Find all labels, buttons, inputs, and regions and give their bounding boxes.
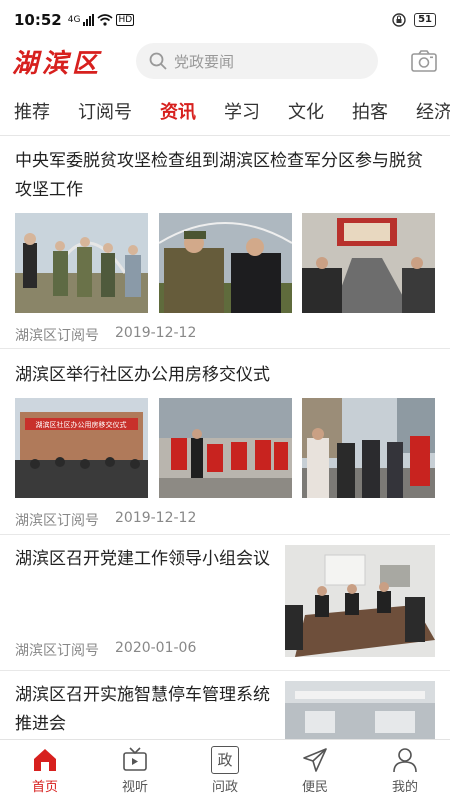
news-photo [285, 681, 435, 739]
nav-politics[interactable]: 政 问政 [180, 740, 270, 800]
tab-recommend[interactable]: 推荐 [0, 90, 64, 135]
search-placeholder: 党政要闻 [174, 52, 235, 71]
tab-culture[interactable]: 文化 [274, 90, 338, 135]
app-logo: 湖滨区 [12, 48, 103, 79]
news-meta: 湖滨区订阅号 2019-12-12 [15, 325, 435, 345]
nav-label: 问政 [211, 779, 238, 795]
news-title: 湖滨区召开实施智慧停车管理系统推进会 [15, 685, 270, 734]
news-meta: 湖滨区订阅号 2019-12-12 [15, 510, 435, 530]
tv-icon [123, 746, 147, 771]
nav-label: 视听 [121, 779, 148, 795]
news-photo [15, 213, 148, 313]
tab-study[interactable]: 学习 [210, 90, 274, 135]
news-title: 湖滨区举行社区办公用房移交仪式 [15, 365, 270, 385]
status-bar: 10:52 4G HD 51 [0, 0, 450, 40]
network-type: 4G [67, 15, 81, 25]
signal-icon [83, 14, 95, 26]
home-icon [34, 748, 56, 771]
tab-economy[interactable]: 经济 [402, 90, 450, 135]
app-header: 湖滨区 党政要闻 [0, 40, 450, 82]
wifi-icon [97, 14, 113, 26]
news-photo [302, 398, 435, 498]
news-date: 2019-12-12 [115, 325, 197, 341]
network-icons: 4G HD [67, 14, 135, 26]
nav-label: 首页 [31, 779, 58, 795]
politics-icon-glyph: 政 [217, 751, 233, 769]
politics-icon: 政 [211, 745, 239, 774]
tab-news[interactable]: 资讯 [146, 90, 210, 135]
news-item[interactable]: 湖滨区召开党建工作领导小组会议 湖滨区订阅号 2020-01-06 [0, 535, 450, 671]
news-source: 湖滨区订阅号 [15, 643, 99, 659]
bottom-navigation: 首页 视听 政 问政 便民 我的 [0, 739, 450, 800]
nav-profile[interactable]: 我的 [360, 740, 450, 800]
news-meta: 湖滨区订阅号 2020-01-06 [15, 640, 273, 660]
search-input[interactable]: 党政要闻 [136, 43, 378, 79]
tab-snapshot[interactable]: 拍客 [338, 90, 402, 135]
lock-rotation-icon [392, 13, 406, 27]
news-photo [158, 398, 292, 498]
news-photo [285, 545, 435, 657]
news-photo [158, 213, 292, 313]
category-tabs: 推荐 订阅号 资讯 学习 文化 拍客 经济 [0, 90, 450, 136]
user-icon [393, 747, 417, 772]
news-date: 2019-12-12 [115, 510, 197, 526]
nav-label: 我的 [391, 779, 418, 795]
tab-subscriptions[interactable]: 订阅号 [64, 90, 146, 135]
news-photo [302, 213, 435, 313]
hd-badge: HD [116, 14, 135, 26]
news-title: 湖滨区召开党建工作领导小组会议 [15, 549, 270, 569]
send-icon [303, 747, 327, 772]
news-item[interactable]: 湖滨区召开实施智慧停车管理系统推进会 [0, 671, 450, 739]
search-icon [149, 52, 167, 70]
nav-video[interactable]: 视听 [90, 740, 180, 800]
camera-icon[interactable] [410, 49, 438, 73]
nav-home[interactable]: 首页 [0, 740, 90, 800]
status-time: 10:52 [14, 11, 62, 29]
news-source: 湖滨区订阅号 [15, 513, 99, 529]
news-images [15, 213, 435, 313]
news-images: 湖滨区社区办公用房移交仪式 [15, 398, 435, 498]
news-source: 湖滨区订阅号 [15, 328, 99, 344]
news-date: 2020-01-06 [115, 640, 197, 656]
news-item[interactable]: 中央军委脱贫攻坚检查组到湖滨区检查军分区参与脱贫攻坚工作 湖滨区订阅号 2019… [0, 137, 450, 349]
news-feed: 中央军委脱贫攻坚检查组到湖滨区检查军分区参与脱贫攻坚工作 湖滨区订阅号 2019… [0, 137, 450, 739]
nav-services[interactable]: 便民 [270, 740, 360, 800]
news-item[interactable]: 湖滨区举行社区办公用房移交仪式 湖滨区社区办公用房移交仪式 湖滨区订阅号 201… [0, 349, 450, 535]
news-title: 中央军委脱贫攻坚检查组到湖滨区检查军分区参与脱贫攻坚工作 [15, 151, 423, 200]
news-photo: 湖滨区社区办公用房移交仪式 [15, 398, 148, 498]
battery-level: 51 [414, 13, 436, 27]
nav-label: 便民 [301, 779, 328, 795]
banner-text: 湖滨区社区办公用房移交仪式 [36, 420, 127, 429]
